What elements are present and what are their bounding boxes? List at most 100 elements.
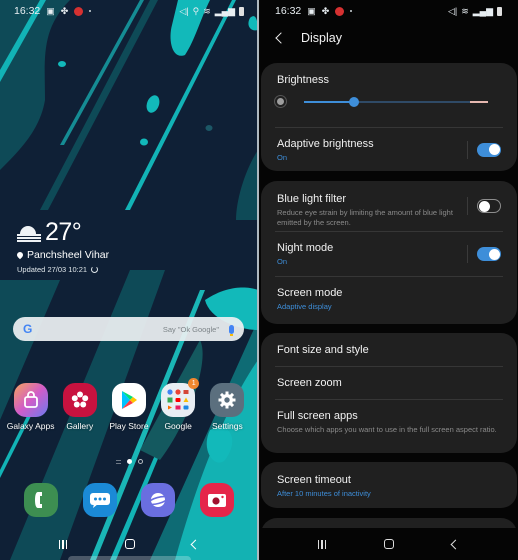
app-notification-icon — [74, 6, 84, 16]
back-arrow-icon[interactable] — [275, 32, 287, 44]
blue-light-filter-description: Reduce eye strain by limiting the amount… — [277, 208, 453, 228]
camera-icon[interactable] — [199, 483, 234, 517]
search-placeholder: Say "Ok Google" — [162, 324, 219, 334]
screen-timeout-row[interactable]: Screen timeout After 10 minutes of inact… — [261, 462, 517, 499]
brightness-card: Brightness Adaptive brightness On — [261, 63, 517, 171]
dot-icon — [89, 10, 92, 12]
display-settings-screen: 16:32 ▣ ✤ ◁| ≋ ▂▄▆ Display Brightness Ad… — [259, 0, 518, 560]
brightness-label: Brightness — [277, 74, 329, 86]
page-indicator — [0, 459, 258, 464]
app-notification-icon — [335, 6, 345, 16]
chat-icon[interactable] — [82, 483, 117, 517]
full-screen-apps-title: Full screen apps — [277, 410, 358, 422]
brightness-slider-end — [470, 100, 488, 103]
brightness-slider-fill — [304, 100, 354, 103]
play-icon — [111, 383, 146, 417]
blue-light-filter-toggle[interactable] — [477, 199, 501, 213]
home-button[interactable] — [384, 539, 395, 549]
app-play-store[interactable]: Play Store — [105, 383, 153, 432]
brightness-slider[interactable] — [304, 96, 488, 107]
recent-apps-button[interactable] — [58, 539, 68, 549]
wifi-icon: ≋ — [461, 5, 469, 16]
app-label: Settings — [211, 421, 243, 431]
fog-icon — [17, 224, 41, 242]
page-dot-active — [126, 459, 132, 464]
status-bar: 16:32 ▣ ✤ ◁| ≋ ▂▄▆ — [259, 0, 518, 22]
planet-icon[interactable] — [141, 483, 176, 517]
shopping-bag-icon — [13, 383, 48, 417]
app-label: Google — [164, 421, 192, 431]
gallery-icon: ▣ — [307, 5, 316, 16]
refresh-icon[interactable] — [91, 266, 99, 273]
dock — [0, 483, 258, 517]
app-google-folder[interactable]: 1 Google — [154, 378, 202, 432]
brightness-slider-thumb[interactable] — [348, 96, 359, 107]
navigation-bar — [259, 528, 518, 560]
status-time: 16:32 — [275, 5, 302, 17]
adaptive-brightness-row[interactable]: Adaptive brightness On — [261, 128, 517, 171]
color-card: Blue light filter Reduce eye strain by l… — [261, 181, 517, 324]
mute-vibrate-icon: ◁| — [447, 5, 458, 16]
screen-mode-row[interactable]: Screen mode Adaptive display — [261, 277, 517, 323]
timeout-card: Screen timeout After 10 minutes of inact… — [261, 462, 517, 508]
wifi-icon: ≋ — [203, 5, 211, 16]
google-search-bar[interactable]: G Say "Ok Google" — [13, 317, 244, 341]
divider — [467, 245, 468, 263]
brightness-sun-icon — [277, 98, 284, 105]
folder-icon: 1 — [161, 378, 200, 417]
screen-timeout-title: Screen timeout — [277, 474, 351, 486]
blue-light-filter-row[interactable]: Blue light filter Reduce eye strain by l… — [261, 181, 517, 231]
app-label: Galaxy Apps — [6, 421, 55, 431]
battery-icon — [239, 6, 244, 16]
location-pin-icon — [15, 250, 25, 260]
night-mode-row[interactable]: Night mode On — [261, 232, 517, 276]
screen-timeout-value: After 10 minutes of inactivity — [277, 489, 371, 498]
night-mode-toggle[interactable] — [477, 247, 501, 261]
wallpaper — [0, 0, 258, 560]
location-icon: ⚲ — [192, 5, 200, 16]
screen-mode-value: Adaptive display — [277, 302, 332, 311]
app-label: Gallery — [66, 421, 94, 431]
weather-updated: Updated 27/03 10:21 — [17, 265, 88, 274]
app-settings[interactable]: Settings — [203, 383, 251, 432]
page-title: Display — [301, 31, 342, 45]
font-size-title: Font size and style — [277, 344, 369, 356]
adaptive-brightness-toggle[interactable] — [477, 142, 501, 157]
status-time: 16:32 — [14, 5, 41, 17]
screen-zoom-row[interactable]: Screen zoom — [261, 367, 517, 399]
signal-icon: ▂▄▆ — [214, 5, 235, 16]
gallery-icon: ▣ — [46, 5, 55, 16]
screens-divider — [257, 0, 259, 560]
back-button[interactable] — [190, 539, 201, 549]
text-card: Font size and style Screen zoom Full scr… — [261, 333, 517, 453]
back-button[interactable] — [450, 539, 461, 549]
pinwheel-icon: ✤ — [60, 5, 69, 16]
app-label: Play Store — [109, 421, 149, 431]
divider — [467, 197, 468, 215]
status-bar: 16:32 ▣ ✤ ◁| ⚲ ≋ ▂▄▆ — [0, 0, 258, 22]
google-logo-icon: G — [23, 322, 33, 336]
app-galaxy-apps[interactable]: Galaxy Apps — [7, 383, 55, 432]
recent-apps-button[interactable] — [317, 539, 327, 549]
pinwheel-icon: ✤ — [321, 5, 330, 16]
weather-widget[interactable]: 27° Panchsheel Vihar Updated 27/03 10:21 — [15, 218, 110, 274]
divider — [467, 140, 468, 159]
screen-zoom-title: Screen zoom — [277, 377, 342, 389]
gear-icon — [210, 383, 245, 417]
home-button[interactable] — [124, 539, 135, 549]
phone-icon[interactable] — [24, 483, 59, 517]
flower-icon — [62, 383, 97, 417]
font-size-row[interactable]: Font size and style — [261, 333, 517, 366]
screen-mode-title: Screen mode — [277, 287, 343, 299]
swipe-handle[interactable] — [68, 556, 191, 560]
notification-badge: 1 — [188, 378, 200, 389]
app-bar: Display — [259, 26, 518, 50]
mic-icon[interactable] — [229, 324, 234, 336]
home-screen: 16:32 ▣ ✤ ◁| ⚲ ≋ ▂▄▆ 27° Panchsheel Viha… — [0, 0, 258, 560]
app-gallery[interactable]: Gallery — [56, 383, 104, 432]
weather-location: Panchsheel Vihar — [27, 249, 110, 261]
battery-icon — [497, 6, 502, 16]
full-screen-apps-row[interactable]: Full screen apps Choose which apps you w… — [261, 400, 517, 452]
app-row: Galaxy Apps Gallery Play Store 1 Google … — [0, 378, 258, 432]
temperature: 27° — [45, 218, 82, 246]
